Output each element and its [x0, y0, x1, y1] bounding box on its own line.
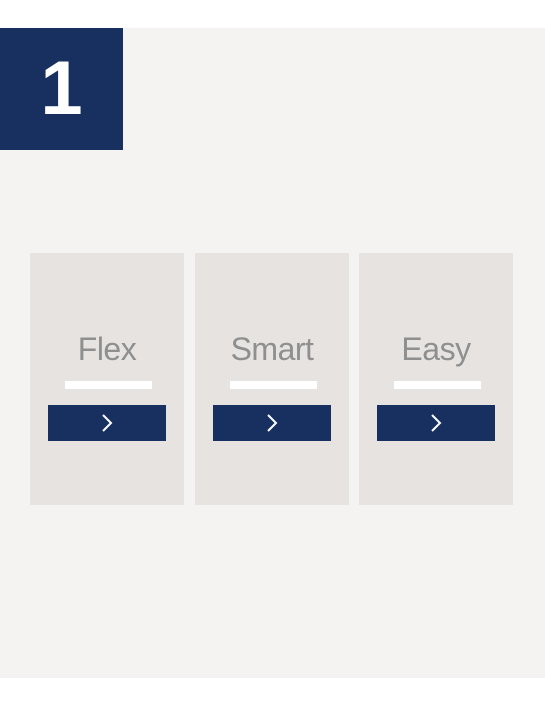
step-number-badge: 1 [0, 28, 123, 150]
chevron-right-icon [267, 414, 278, 432]
plan-card-title: Easy [401, 331, 471, 367]
plan-card-smart: Smart [195, 253, 349, 505]
plan-card-easy-button[interactable] [377, 405, 495, 441]
chevron-right-icon [102, 414, 113, 432]
plan-card-divider [65, 381, 152, 389]
chevron-right-icon [431, 414, 442, 432]
plan-card-flex: Flex [30, 253, 184, 505]
plan-card-divider [394, 381, 481, 389]
plan-card-divider [230, 381, 317, 389]
step-number: 1 [40, 46, 83, 131]
plan-card-title: Flex [77, 331, 137, 367]
plan-card-easy: Easy [359, 253, 513, 505]
plan-card-title: Smart [230, 331, 314, 367]
plan-card-smart-button[interactable] [213, 405, 331, 441]
plan-card-flex-button[interactable] [48, 405, 166, 441]
